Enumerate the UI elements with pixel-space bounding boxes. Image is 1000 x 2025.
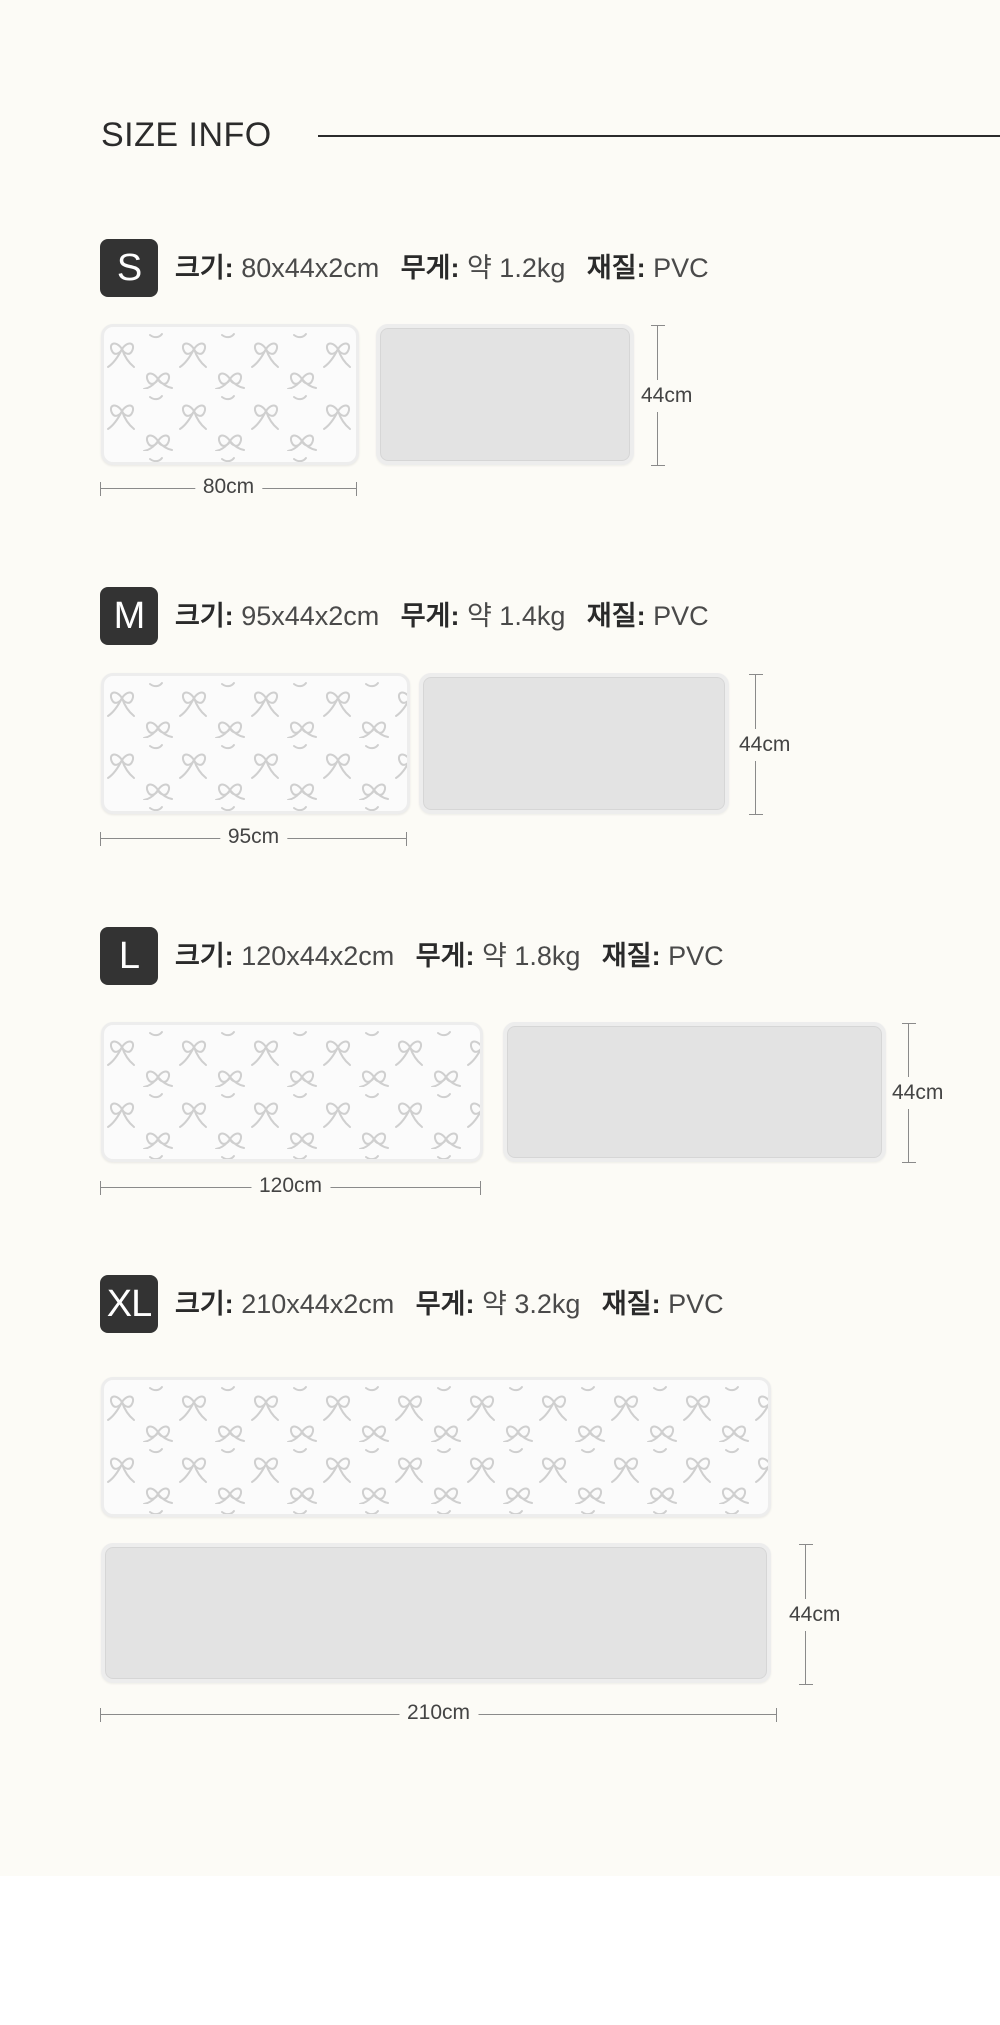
height-label: 44cm [789, 1598, 841, 1631]
page-title: SIZE INFO [101, 116, 272, 154]
spec-line-l: 크기: 120x44x2cm 무게: 약 1.8kg 재질: PVC [175, 927, 738, 985]
height-dimension-s: 44cm [641, 325, 693, 466]
spec-line-m: 크기: 95x44x2cm 무게: 약 1.4kg 재질: PVC [175, 587, 723, 645]
weight-key: 무게: [400, 253, 460, 283]
width-dimension-s: 80cm [100, 475, 357, 499]
spec-line-xl: 크기: 210x44x2cm 무게: 약 3.2kg 재질: PVC [175, 1275, 738, 1333]
size-value: 95x44x2cm [241, 601, 380, 631]
material-value: PVC [653, 253, 709, 283]
width-dimension-l: 120cm [100, 1174, 481, 1198]
weight-key: 무게: [400, 601, 460, 631]
material-value: PVC [653, 601, 709, 631]
spec-line-s: 크기: 80x44x2cm 무게: 약 1.2kg 재질: PVC [175, 239, 723, 297]
height-dimension-l: 44cm [892, 1023, 944, 1163]
material-key: 재질: [601, 941, 661, 971]
width-dimension-m: 95cm [100, 825, 407, 849]
size-badge-m: M [100, 587, 158, 645]
material-key: 재질: [586, 601, 646, 631]
ribbon-pattern [104, 1025, 480, 1159]
size-badge-xl: XL [100, 1275, 158, 1333]
size-badge-l: L [100, 927, 158, 985]
height-label: 44cm [641, 379, 693, 412]
pattern-mat-l [101, 1022, 483, 1162]
width-label: 80cm [194, 475, 263, 499]
size-badge-s: S [100, 239, 158, 297]
size-key: 크기: [175, 253, 234, 283]
size-key: 크기: [175, 1289, 234, 1319]
weight-value: 약 1.2kg [466, 253, 566, 283]
pattern-mat-m [101, 673, 410, 814]
plain-mat-s [376, 324, 634, 465]
size-value: 210x44x2cm [241, 1289, 395, 1319]
height-label: 44cm [739, 728, 791, 761]
plain-mat-xl [101, 1543, 771, 1683]
pattern-mat-s [101, 324, 359, 465]
ribbon-pattern [104, 327, 356, 462]
width-dimension-xl: 210cm [100, 1701, 777, 1725]
weight-key: 무게: [415, 941, 475, 971]
size-value: 80x44x2cm [241, 253, 380, 283]
weight-key: 무게: [415, 1289, 475, 1319]
width-label: 210cm [398, 1701, 479, 1725]
height-dimension-xl: 44cm [789, 1544, 841, 1685]
ribbon-pattern [104, 676, 407, 811]
plain-mat-m [419, 673, 729, 814]
width-label: 120cm [250, 1174, 331, 1198]
material-value: PVC [668, 1289, 724, 1319]
size-key: 크기: [175, 941, 234, 971]
footer-band [0, 1876, 1000, 2025]
weight-value: 약 1.4kg [466, 601, 566, 631]
ribbon-pattern [104, 1380, 768, 1514]
size-key: 크기: [175, 601, 234, 631]
plain-mat-l [503, 1022, 886, 1162]
height-dimension-m: 44cm [739, 674, 791, 815]
weight-value: 약 1.8kg [481, 941, 581, 971]
height-label: 44cm [892, 1077, 944, 1109]
width-label: 95cm [219, 825, 288, 849]
material-key: 재질: [601, 1289, 661, 1319]
title-divider [318, 135, 1000, 137]
size-value: 120x44x2cm [241, 941, 395, 971]
material-value: PVC [668, 941, 724, 971]
material-key: 재질: [586, 253, 646, 283]
weight-value: 약 3.2kg [481, 1289, 581, 1319]
pattern-mat-xl [101, 1377, 771, 1517]
